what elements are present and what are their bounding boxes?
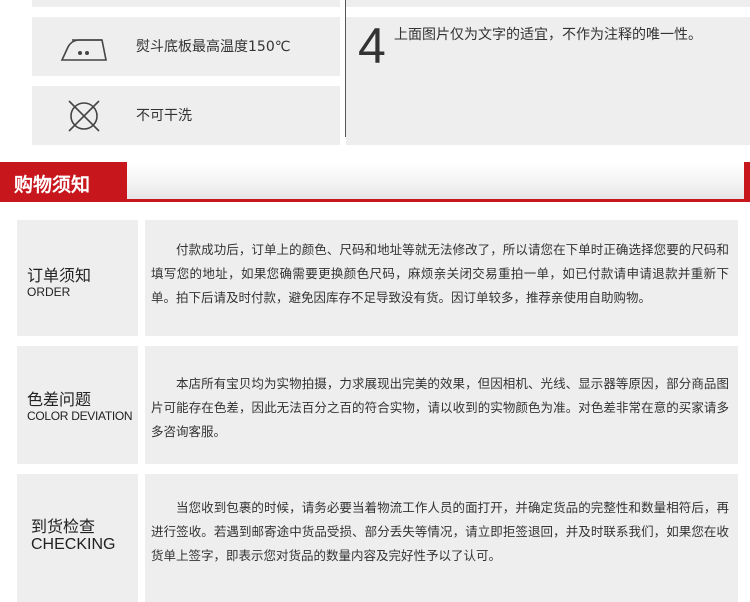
care-row-iron: 熨斗底板最高温度150℃ — [32, 17, 340, 76]
header-title-box: 购物须知 — [0, 162, 127, 202]
care-row-no-dry-clean: 不可干洗 — [32, 86, 340, 145]
notice-label-box: 订单须知 ORDER — [17, 220, 138, 336]
notice-body-text: 付款成功后，订单上的颜色、尺码和地址等就无法修改了，所以请您在下单时正确选择您要… — [151, 242, 729, 305]
notice-title-zh: 订单须知 — [27, 266, 92, 285]
notice-title-en: ORDER — [27, 285, 71, 299]
header-accent-edge — [744, 162, 750, 202]
notice-body-box: 当您收到包裹的时候，请务必要当着物流工作人员的面打开，并确定货品的完整性和数量相… — [145, 474, 738, 602]
notice-title-zh: 色差问题 — [27, 390, 92, 409]
note-panel: 4 上面图片仅为文字的适宜，不作为注释的唯一性。 — [346, 17, 750, 145]
notice-title-zh: 到货检查 — [31, 517, 96, 536]
notice-body-box: 本店所有宝贝均为实物拍摄，力求展现出完美的效果，但因相机、光线、显示器等原因，部… — [145, 346, 738, 464]
care-row-cropped — [32, 0, 340, 7]
section-title: 购物须知 — [14, 174, 91, 196]
care-label-no-dry-clean: 不可干洗 — [136, 108, 192, 124]
notice-body-text: 本店所有宝贝均为实物拍摄，力求展现出完美的效果，但因相机、光线、显示器等原因，部… — [151, 376, 729, 439]
care-label-iron: 熨斗底板最高温度150℃ — [136, 39, 291, 55]
care-table: 熨斗底板最高温度150℃ 不可干洗 4 上面图片仅为文字的适宜，不作为注释的唯一… — [32, 0, 750, 150]
note-text: 上面图片仅为文字的适宜，不作为注释的唯一性。 — [394, 27, 702, 43]
notice-body-text: 当您收到包裹的时候，请务必要当着物流工作人员的面打开，并确定货品的完整性和数量相… — [151, 500, 729, 563]
notice-title-en: CHECKING — [31, 536, 116, 553]
notice-label-box: 到货检查 CHECKING — [17, 474, 138, 602]
iron-icon — [58, 27, 110, 67]
note-panel-cropped — [346, 0, 750, 7]
notice-title-en: COLOR DEVIATION — [27, 409, 133, 423]
notice-row-checking: 到货检查 CHECKING 当您收到包裹的时候，请务必要当着物流工作人员的面打开… — [17, 474, 738, 602]
section-header: 购物须知 — [0, 162, 750, 202]
notice-row-order: 订单须知 ORDER 付款成功后，订单上的颜色、尺码和地址等就无法修改了，所以请… — [17, 220, 738, 336]
notice-body-box: 付款成功后，订单上的颜色、尺码和地址等就无法修改了，所以请您在下单时正确选择您要… — [145, 220, 738, 336]
no-tumble-dry-icon — [58, 96, 110, 136]
notice-row-color-deviation: 色差问题 COLOR DEVIATION 本店所有宝贝均为实物拍摄，力求展现出完… — [17, 346, 738, 464]
note-number: 4 — [358, 18, 386, 74]
notice-label-box: 色差问题 COLOR DEVIATION — [17, 346, 138, 464]
